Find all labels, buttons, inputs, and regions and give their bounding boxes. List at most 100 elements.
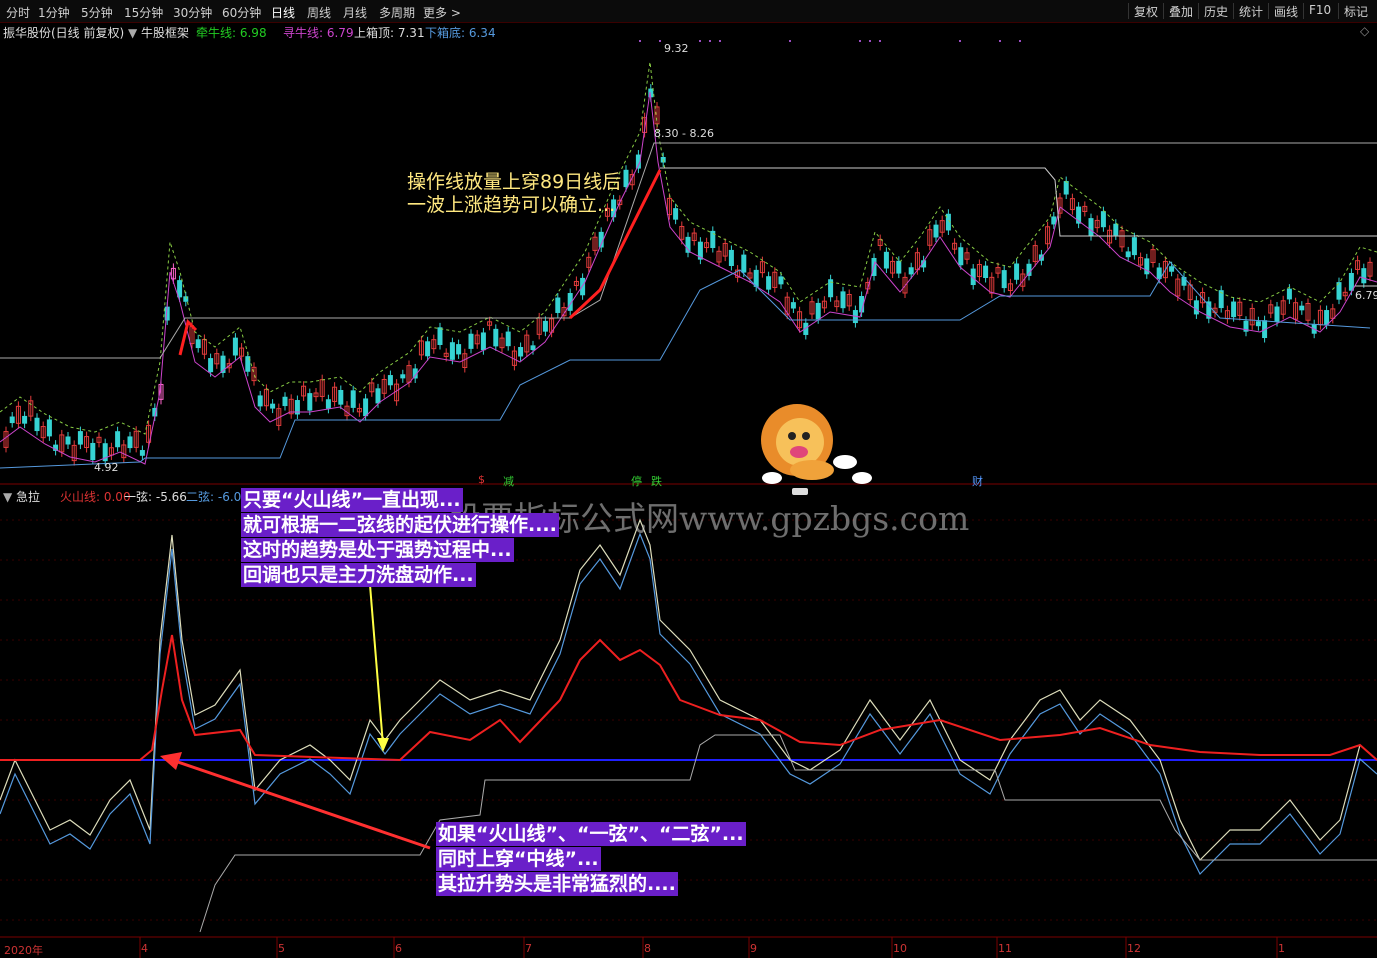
chart-canvas[interactable]: [0, 0, 1377, 958]
marker-dollar: $: [478, 473, 485, 486]
candle-body: [1125, 251, 1131, 258]
candle-body: [623, 169, 629, 188]
candle-body: [778, 276, 784, 285]
date-label-12: 12: [1127, 942, 1141, 955]
candle-body: [1063, 181, 1069, 195]
date-label-5: 5: [278, 942, 285, 955]
main-annotation-line2: 一波上涨趋势可以确立...: [407, 194, 616, 216]
sub-annotation-top-line3: 这时的趋势是处于强势过程中...: [241, 538, 514, 562]
candle-body: [34, 417, 40, 432]
candle-body: [307, 393, 313, 411]
candle-body: [46, 419, 52, 437]
candle-body: [790, 302, 796, 309]
upper-box-line-b: [660, 167, 1377, 237]
top-dot-marker: [999, 40, 1001, 42]
candle-body: [425, 341, 431, 357]
candle-body: [90, 442, 96, 461]
candle-body: [325, 399, 331, 409]
candle-body: [1348, 272, 1354, 291]
top-dot-marker: [879, 40, 881, 42]
candle-body: [338, 390, 344, 405]
top-dot-marker: [1019, 40, 1021, 42]
indicator-name[interactable]: ▼ 牛股框架: [128, 24, 189, 41]
candle-body: [1274, 306, 1280, 322]
candle-body: [468, 333, 474, 349]
date-label-7: 7: [525, 942, 532, 955]
top-dot-marker: [869, 40, 871, 42]
date-label-1: 1: [1278, 942, 1285, 955]
candle-body: [232, 337, 238, 356]
candle-body: [505, 331, 511, 347]
panel-settings-icon[interactable]: ◇: [1360, 24, 1369, 38]
top-dot-marker: [699, 40, 701, 42]
date-label-9: 9: [750, 942, 757, 955]
candle-body: [883, 251, 889, 269]
candle-body: [1286, 288, 1292, 300]
candle-body: [195, 339, 201, 349]
price-low-label: 4.92: [94, 461, 119, 474]
candle-body: [400, 374, 406, 379]
right-price-label: 6.79: [1355, 289, 1377, 302]
legend-xunniu: 寻牛线: 6.79: [283, 26, 354, 40]
candle-body: [1255, 321, 1261, 327]
date-label-4: 4: [141, 942, 148, 955]
candle-body: [958, 247, 964, 266]
candle-body: [908, 267, 914, 275]
main-annotation-line1: 操作线放量上穿89日线后: [407, 171, 622, 193]
candle-body: [1193, 300, 1199, 315]
candle-body: [1113, 223, 1119, 236]
candle-body: [77, 431, 83, 445]
candle-body: [1324, 310, 1330, 325]
date-label-6: 6: [395, 942, 402, 955]
candle-body: [480, 332, 486, 351]
candle-body: [387, 375, 393, 386]
sub-indicator-toggle-icon[interactable]: ▼: [3, 490, 16, 504]
top-dot-marker: [959, 40, 961, 42]
candle-body: [1231, 301, 1237, 318]
candle-body: [1299, 305, 1305, 311]
lower-box-line: [0, 261, 1371, 469]
candle-body: [65, 436, 71, 445]
candle-body: [741, 254, 747, 273]
date-label-10: 10: [893, 942, 907, 955]
candle-body: [456, 344, 462, 355]
candle-body: [1131, 237, 1137, 256]
sub-indicator-name[interactable]: ▼ 急拉: [3, 488, 40, 505]
legend-qianniu: 牵牛线: 6.98: [196, 26, 267, 40]
price-high-label: 9.32: [664, 42, 689, 55]
candle-body: [115, 431, 121, 448]
candle-body: [270, 403, 276, 409]
sub-annotation-bottom-line2: 同时上穿“中线”...: [436, 847, 601, 871]
candle-body: [542, 320, 548, 332]
candle-body: [127, 436, 133, 449]
sub-annotation-top-line2: 就可根据一二弦线的起伏进行操作....: [241, 513, 559, 537]
candle-body: [1100, 211, 1106, 228]
candle-body: [139, 450, 145, 456]
indicator-toggle-icon[interactable]: ▼: [128, 26, 141, 40]
candle-body: [282, 396, 288, 407]
candle-body: [673, 208, 679, 220]
legend-upper-box: 上箱顶: 7.31: [354, 26, 425, 40]
candle-body: [555, 297, 561, 313]
candle-body: [983, 265, 989, 279]
candle-body: [449, 342, 455, 360]
indicator-label: 牛股框架: [141, 26, 190, 40]
candle-body: [177, 280, 183, 298]
volcano-line: [0, 634, 1377, 762]
sub-annotation-bottom-line3: 其拉升势头是非常猛烈的....: [436, 872, 678, 896]
range-label: 8.30 - 8.26: [654, 127, 714, 140]
sub-annotation-top-line4: 回调也只是主力洗盘动作...: [241, 563, 476, 587]
legend-lower-box: 下箱底: 6.34: [425, 26, 496, 40]
candle-body: [493, 328, 499, 347]
candle-body: [896, 260, 902, 274]
sub-indicator-label: 急拉: [16, 490, 41, 504]
candle-body: [350, 390, 356, 408]
candle-body: [840, 291, 846, 309]
candle-body: [22, 415, 28, 424]
candle-body: [1001, 270, 1007, 289]
legend-volcano: 火山线: 0.00: [60, 490, 131, 504]
red-arrow: [171, 758, 431, 850]
candle-body: [815, 302, 821, 320]
candle-body: [766, 276, 772, 290]
candle-body: [257, 395, 263, 407]
